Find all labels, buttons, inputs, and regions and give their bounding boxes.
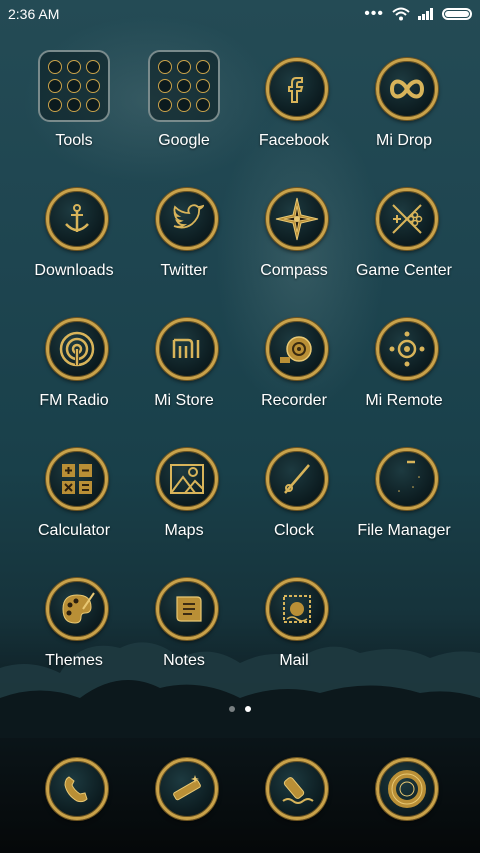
infinity-icon bbox=[376, 58, 438, 120]
gamepad-icon bbox=[376, 188, 438, 250]
app-label: Downloads bbox=[34, 262, 114, 279]
phone-icon bbox=[46, 758, 108, 820]
telescope-icon bbox=[156, 758, 218, 820]
app-label: Mi Remote bbox=[365, 392, 443, 409]
dock bbox=[0, 748, 480, 838]
life-ring-icon bbox=[376, 758, 438, 820]
scroll-icon bbox=[156, 578, 218, 640]
app-label: Facebook bbox=[258, 132, 330, 149]
app-label: Mail bbox=[279, 652, 309, 669]
remote-icon bbox=[376, 318, 438, 380]
app-label: Recorder bbox=[261, 392, 327, 409]
app-label: Clock bbox=[273, 522, 314, 539]
status-time: 2:36 AM bbox=[8, 6, 60, 22]
signal-icon bbox=[418, 8, 433, 20]
anchor-icon bbox=[46, 188, 108, 250]
page-dot[interactable] bbox=[229, 706, 235, 712]
app-label: Mi Store bbox=[154, 392, 214, 409]
app-label: Maps bbox=[164, 522, 204, 539]
map-icon bbox=[156, 448, 218, 510]
palette-icon bbox=[46, 578, 108, 640]
app-label: FM Radio bbox=[39, 392, 109, 409]
app-label: Themes bbox=[45, 652, 103, 669]
app-label: Google bbox=[158, 132, 210, 149]
calculator-icon bbox=[46, 448, 108, 510]
app-label: Twitter bbox=[160, 262, 208, 279]
status-bar: 2:36 AM ••• bbox=[0, 0, 480, 28]
app-label: Game Center bbox=[355, 262, 453, 279]
battery-icon bbox=[442, 8, 472, 20]
folder-icon bbox=[38, 50, 110, 122]
facebook-icon bbox=[266, 58, 328, 120]
bottle-icon bbox=[266, 758, 328, 820]
bird-icon bbox=[156, 188, 218, 250]
page-indicator[interactable] bbox=[0, 706, 480, 712]
app-label: Compass bbox=[260, 262, 328, 279]
more-dots-icon: ••• bbox=[364, 5, 384, 22]
status-icons: ••• bbox=[364, 5, 472, 23]
folder-icon bbox=[148, 50, 220, 122]
compass-icon bbox=[266, 188, 328, 250]
app-label: Calculator bbox=[37, 522, 111, 539]
reel-icon bbox=[266, 318, 328, 380]
radio-waves-icon bbox=[46, 318, 108, 380]
wifi-icon bbox=[392, 7, 410, 21]
app-label: Mi Drop bbox=[375, 132, 432, 149]
stamp-icon bbox=[266, 578, 328, 640]
app-label: File Manager bbox=[357, 522, 451, 539]
app-label: Tools bbox=[55, 132, 93, 149]
reef-background bbox=[0, 642, 480, 738]
mi-logo-icon bbox=[156, 318, 218, 380]
clock-hand-icon bbox=[266, 448, 328, 510]
file-icon bbox=[376, 448, 438, 510]
page-dot-active[interactable] bbox=[245, 706, 251, 712]
app-label: Notes bbox=[163, 652, 205, 669]
